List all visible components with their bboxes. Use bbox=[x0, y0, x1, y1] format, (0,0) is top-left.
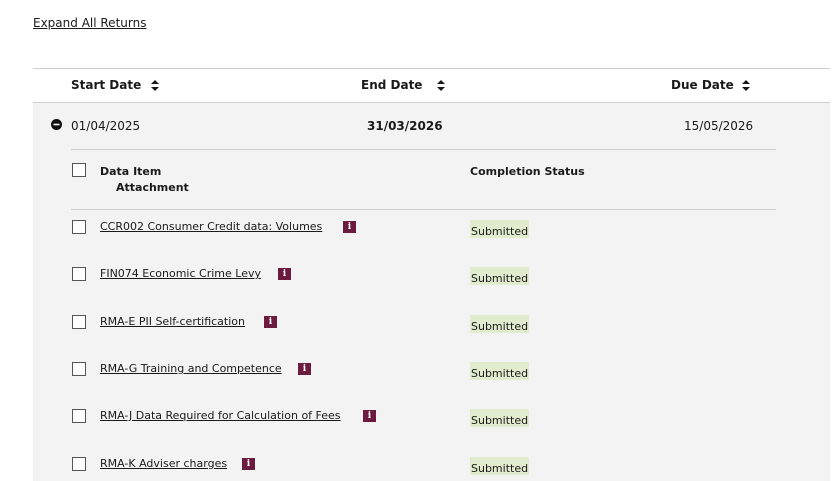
item-checkbox[interactable] bbox=[72, 315, 86, 329]
data-item-link[interactable]: FIN074 Economic Crime Levy bbox=[100, 267, 261, 280]
item-checkbox[interactable] bbox=[72, 362, 86, 376]
collapse-icon[interactable] bbox=[51, 119, 62, 130]
info-icon[interactable]: i bbox=[343, 221, 356, 233]
due-date-column-header[interactable]: Due Date bbox=[671, 78, 750, 92]
item-checkbox[interactable] bbox=[72, 409, 86, 423]
sort-icon bbox=[741, 80, 750, 91]
returns-page: Expand All Returns Start Date End Date D… bbox=[0, 0, 836, 481]
data-item-link[interactable]: RMA-J Data Required for Calculation of F… bbox=[100, 409, 341, 422]
return-row: 01/04/2025 31/03/2026 15/05/2026 bbox=[33, 103, 830, 149]
return-detail-panel: 01/04/2025 31/03/2026 15/05/2026 Data It… bbox=[33, 103, 830, 481]
divider bbox=[71, 209, 776, 210]
item-checkbox[interactable] bbox=[72, 220, 86, 234]
data-item-column-header: Data Item bbox=[100, 165, 162, 178]
start-date-column-header[interactable]: Start Date bbox=[71, 78, 160, 92]
data-item-link[interactable]: RMA-G Training and Competence bbox=[100, 362, 282, 375]
end-date-header-label: End Date bbox=[361, 78, 423, 92]
status-badge: Submitted bbox=[470, 267, 530, 285]
completion-status-column-header: Completion Status bbox=[470, 165, 585, 178]
info-icon[interactable]: i bbox=[363, 410, 376, 422]
return-end-date: 31/03/2026 bbox=[367, 119, 443, 133]
data-item-link[interactable]: RMA-K Adviser charges bbox=[100, 457, 227, 470]
due-date-header-label: Due Date bbox=[671, 78, 734, 92]
sort-icon bbox=[436, 80, 445, 91]
sort-icon bbox=[151, 80, 160, 91]
start-date-header-label: Start Date bbox=[71, 78, 142, 92]
status-badge: Submitted bbox=[470, 315, 530, 333]
expand-all-returns-link[interactable]: Expand All Returns bbox=[33, 16, 146, 30]
data-item-link[interactable]: RMA-E PII Self-certification bbox=[100, 315, 245, 328]
info-icon[interactable]: i bbox=[298, 363, 311, 375]
returns-table-header: Start Date End Date Due Date bbox=[33, 69, 830, 103]
status-badge: Submitted bbox=[470, 409, 530, 427]
info-icon[interactable]: i bbox=[278, 268, 291, 280]
status-badge: Submitted bbox=[470, 457, 530, 475]
data-item-link[interactable]: CCR002 Consumer Credit data: Volumes bbox=[100, 220, 322, 233]
attachment-column-header: Attachment bbox=[116, 181, 189, 194]
status-badge: Submitted bbox=[470, 220, 530, 238]
info-icon[interactable]: i bbox=[242, 458, 255, 470]
divider bbox=[71, 149, 776, 150]
select-all-checkbox[interactable] bbox=[72, 163, 86, 177]
return-due-date: 15/05/2026 bbox=[684, 119, 754, 133]
item-checkbox[interactable] bbox=[72, 267, 86, 281]
item-checkbox[interactable] bbox=[72, 457, 86, 471]
end-date-column-header[interactable]: End Date bbox=[361, 78, 445, 92]
info-icon[interactable]: i bbox=[264, 316, 277, 328]
status-badge: Submitted bbox=[470, 362, 530, 380]
return-start-date: 01/04/2025 bbox=[71, 119, 141, 133]
